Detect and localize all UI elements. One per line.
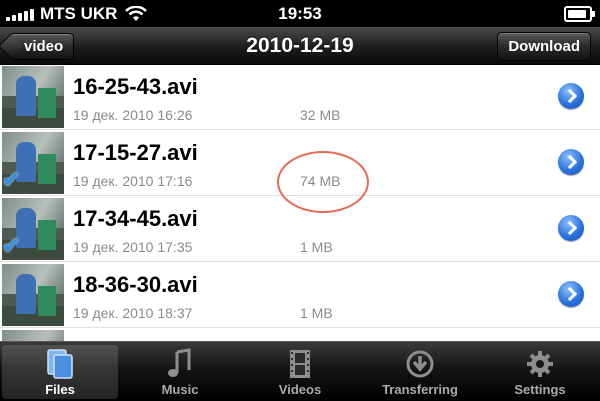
highlight-circle bbox=[277, 151, 369, 213]
tab-settings[interactable]: Settings bbox=[482, 345, 598, 399]
film-icon bbox=[242, 345, 358, 383]
disclosure-arrow-icon[interactable] bbox=[558, 215, 584, 241]
file-date: 19 дек. 2010 17:35 bbox=[73, 239, 193, 255]
video-thumbnail: ✔ bbox=[2, 132, 64, 194]
tab-music[interactable]: Music bbox=[122, 345, 238, 399]
music-note-icon bbox=[122, 345, 238, 383]
tab-files[interactable]: Files bbox=[2, 345, 118, 399]
disclosure-arrow-icon[interactable] bbox=[558, 281, 584, 307]
tab-bar: Files Music Videos Transferring Settings bbox=[0, 341, 600, 401]
video-thumbnail bbox=[2, 330, 64, 341]
file-size: 1 MB bbox=[300, 239, 333, 255]
file-date: 19 дек. 2010 18:37 bbox=[73, 305, 193, 321]
disclosure-arrow-icon[interactable] bbox=[558, 83, 584, 109]
file-list: 16-25-43.avi 19 дек. 2010 16:26 32 MB ✔ 17-1… bbox=[0, 65, 600, 341]
video-thumbnail: ✔ bbox=[2, 198, 64, 260]
battery-icon bbox=[564, 6, 595, 22]
file-size: 1 MB bbox=[300, 305, 333, 321]
file-row[interactable]: 18-36-30.avi 19 дек. 2010 18:37 1 MB bbox=[0, 263, 600, 328]
download-button[interactable]: Download bbox=[497, 32, 591, 61]
checkmark-icon: ✔ bbox=[2, 233, 21, 258]
clock: 19:53 bbox=[278, 4, 322, 23]
navigation-bar: video 2010-12-19 Download bbox=[0, 27, 600, 65]
gear-icon bbox=[482, 345, 598, 383]
disclosure-arrow-icon[interactable] bbox=[558, 149, 584, 175]
video-thumbnail bbox=[2, 264, 64, 326]
file-date: 19 дек. 2010 17:16 bbox=[73, 173, 193, 189]
file-row[interactable]: 16-25-43.avi 19 дек. 2010 16:26 32 MB bbox=[0, 65, 600, 130]
download-arrow-icon bbox=[362, 345, 478, 383]
tab-label: Files bbox=[45, 382, 75, 397]
tab-transferring[interactable]: Transferring bbox=[362, 345, 478, 399]
file-size: 32 MB bbox=[300, 107, 341, 123]
files-icon bbox=[2, 345, 118, 383]
file-name: 17-34-45.avi bbox=[73, 206, 198, 231]
tab-label: Transferring bbox=[382, 382, 458, 397]
checkmark-icon: ✔ bbox=[2, 167, 21, 192]
file-date: 19 дек. 2010 16:26 bbox=[73, 107, 193, 123]
status-bar: MTS UKR 19:53 bbox=[0, 0, 600, 27]
tab-label: Music bbox=[161, 382, 199, 397]
file-name: 18-36-30.avi bbox=[73, 272, 198, 297]
tab-label: Videos bbox=[278, 382, 322, 397]
file-name: 16-25-43.avi bbox=[73, 74, 198, 99]
tab-videos[interactable]: Videos bbox=[242, 345, 358, 399]
file-name: 17-15-27.avi bbox=[73, 140, 198, 165]
file-row-partial[interactable] bbox=[0, 329, 600, 341]
tab-label: Settings bbox=[514, 382, 566, 397]
video-thumbnail bbox=[2, 66, 64, 128]
